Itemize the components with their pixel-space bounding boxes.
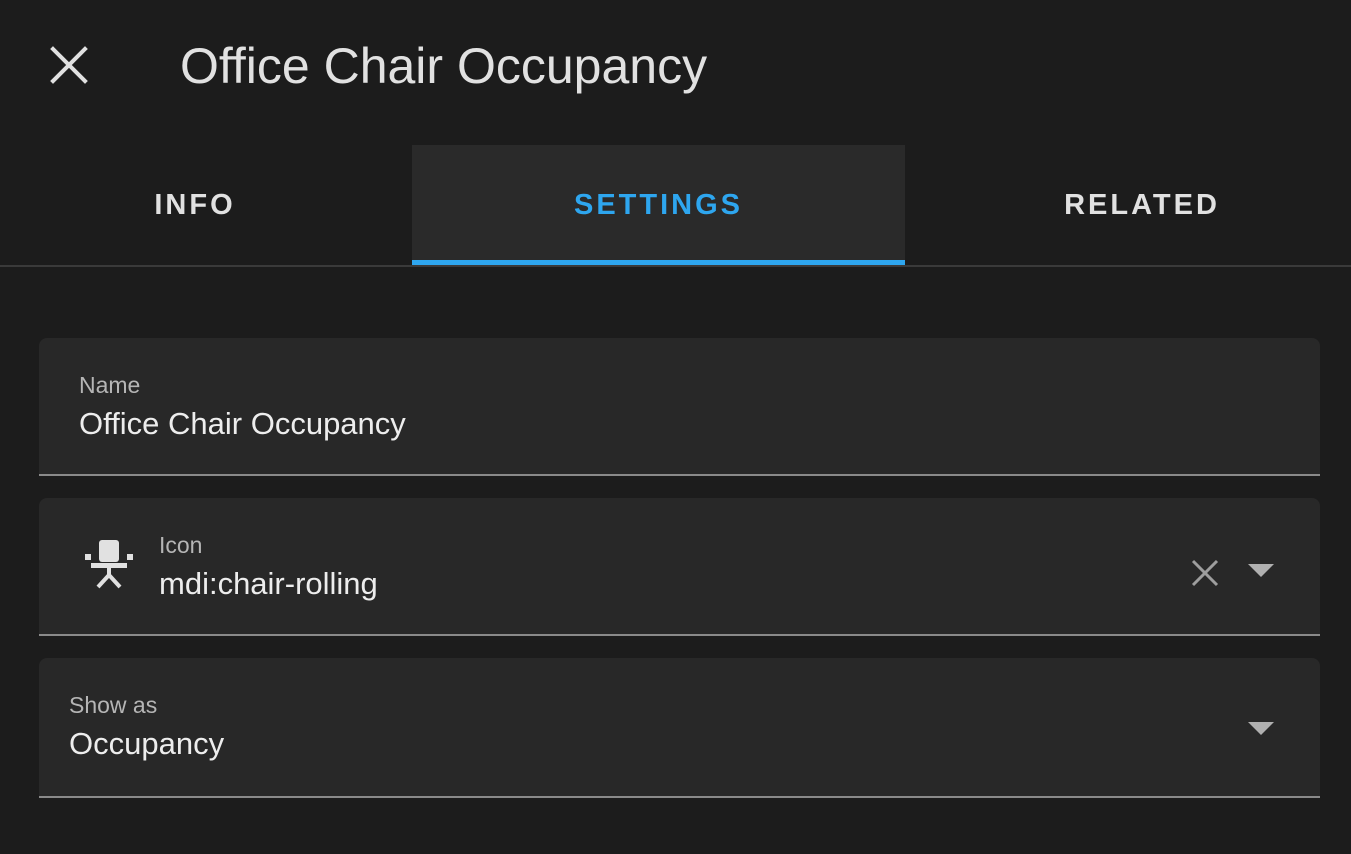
caret-down-icon [1248, 722, 1274, 735]
icon-field-value[interactable]: mdi:chair-rolling [159, 566, 378, 602]
tab-bar: INFO SETTINGS RELATED [0, 145, 1351, 265]
name-field-label: Name [79, 372, 141, 398]
tab-related[interactable]: RELATED [933, 145, 1351, 265]
dialog-title: Office Chair Occupancy [180, 38, 708, 94]
tab-settings[interactable]: SETTINGS [412, 145, 905, 265]
dialog-header: Office Chair Occupancy [0, 0, 1351, 135]
clear-icon-button[interactable] [1184, 552, 1226, 594]
tab-info[interactable]: INFO [0, 145, 390, 265]
name-field-value[interactable]: Office Chair Occupancy [79, 406, 406, 442]
name-field[interactable]: Name Office Chair Occupancy [39, 338, 1320, 476]
show-as-select[interactable]: Show as Occupancy [39, 658, 1320, 798]
chair-rolling-icon [85, 540, 133, 589]
icon-field[interactable]: Icon mdi:chair-rolling [39, 498, 1320, 636]
icon-field-label: Icon [159, 532, 203, 558]
close-icon [1191, 559, 1219, 587]
tabs-divider [0, 265, 1351, 267]
close-icon [50, 46, 88, 84]
icon-dropdown-button[interactable] [1244, 554, 1278, 588]
caret-down-icon [1248, 564, 1274, 577]
close-button[interactable] [44, 40, 94, 90]
show-as-label: Show as [69, 692, 158, 718]
show-as-value[interactable]: Occupancy [69, 726, 224, 762]
show-as-dropdown-button[interactable] [1244, 712, 1278, 746]
